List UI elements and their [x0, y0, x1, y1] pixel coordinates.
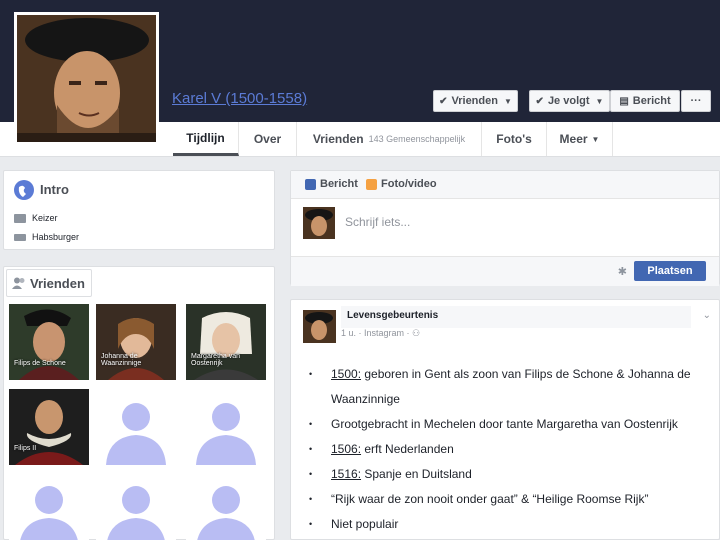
friend-placeholder[interactable]	[186, 389, 266, 465]
check-icon: ✔	[535, 95, 544, 107]
person-silhouette-icon	[107, 486, 165, 540]
list-item: 1506: erft Nederlanden	[307, 437, 717, 462]
friend-placeholder[interactable]	[9, 472, 89, 540]
list-item-year: 1516:	[331, 467, 362, 481]
friend-name: Filips de Schone	[14, 360, 66, 368]
friend-tile[interactable]: Margaretha van Oostenrijk	[186, 304, 266, 380]
friend-photo	[9, 389, 89, 465]
message-button[interactable]: ▤ Bericht	[610, 90, 680, 112]
following-button[interactable]: ✔ Je volgt ▼	[529, 90, 610, 112]
tab-friends-label: Vrienden	[312, 132, 364, 146]
briefcase-icon	[14, 213, 26, 223]
person-silhouette-icon	[196, 403, 256, 465]
list-item-year: 1500:	[331, 367, 362, 381]
list-item: 1500: geboren in Gent als zoon van Filip…	[307, 362, 717, 412]
caret-down-icon: ▼	[591, 134, 600, 144]
check-icon: ✔	[439, 95, 448, 107]
gear-icon[interactable]: ✱	[618, 265, 627, 278]
friend-placeholder[interactable]	[186, 472, 266, 540]
profile-picture[interactable]	[14, 12, 159, 145]
chevron-down-icon[interactable]: ⌄	[703, 310, 711, 321]
composer-tab-photo[interactable]: Foto/video	[366, 178, 437, 190]
following-button-label: Je volgt	[547, 95, 590, 107]
tab-friends-mutual: 143 Gemeenschappelijk	[368, 134, 466, 144]
friend-placeholder[interactable]	[96, 472, 176, 540]
message-button-label: Bericht	[632, 95, 671, 107]
list-item: Niet populair	[307, 512, 717, 537]
tab-more[interactable]: Meer ▼	[547, 122, 613, 156]
friends-icon	[12, 277, 25, 289]
tab-about-label: Over	[253, 132, 282, 146]
friend-name: Filips II	[14, 445, 37, 453]
portrait-image	[17, 15, 156, 142]
education-icon	[14, 233, 26, 241]
more-options-button[interactable]: ···	[681, 90, 711, 112]
intro-card: Intro Keizer Habsburger	[3, 170, 275, 250]
event-list: 1500: geboren in Gent als zoon van Filip…	[307, 362, 717, 537]
friends-button-label: Vrienden	[451, 95, 498, 107]
pencil-icon	[305, 178, 316, 190]
friend-photo	[186, 304, 266, 380]
tab-photos[interactable]: Foto's	[482, 122, 547, 156]
post-meta-text: 1 u. · Instagram ·	[341, 328, 413, 338]
message-icon: ▤	[619, 95, 629, 107]
photo-icon	[366, 178, 377, 190]
composer-footer: ✱ Plaatsen	[291, 256, 719, 286]
list-item-text: Grootgebracht in Mechelen door tante Mar…	[331, 417, 678, 431]
friend-photo	[96, 304, 176, 380]
status-input[interactable]: Schrijf iets...	[345, 215, 410, 229]
caret-down-icon: ▼	[503, 96, 512, 106]
tab-friends[interactable]: Vrienden 143 Gemeenschappelijk	[297, 122, 482, 156]
list-item-year: 1506:	[331, 442, 362, 456]
globe-icon	[14, 180, 34, 200]
avatar	[303, 207, 335, 239]
list-item-text: Niet populair	[331, 517, 399, 531]
list-item-text: erft Nederlanden	[361, 442, 454, 456]
post-button[interactable]: Plaatsen	[634, 261, 706, 281]
list-item: “Rijk waar de zon nooit onder gaat” & “H…	[307, 487, 717, 512]
intro-item: Habsburger	[14, 232, 79, 242]
tab-more-label: Meer	[559, 132, 588, 146]
composer-tab-post-label: Bericht	[320, 178, 358, 190]
list-item-text: Spanje en Duitsland	[361, 467, 472, 481]
more-options-label: ···	[690, 95, 702, 107]
intro-item: Keizer	[14, 213, 58, 223]
list-item-text: geboren in Gent als zoon van Filips de S…	[331, 367, 691, 406]
intro-item-label: Keizer	[32, 213, 58, 223]
tab-photos-label: Foto's	[496, 132, 532, 146]
composer-tab-post[interactable]: Bericht	[305, 178, 358, 190]
friend-tile[interactable]: Filips de Schone	[9, 304, 89, 380]
composer-tab-photo-label: Foto/video	[381, 178, 437, 190]
friend-placeholder[interactable]	[96, 389, 176, 465]
friend-tile[interactable]: Filips II	[9, 389, 89, 465]
tab-about[interactable]: Over	[239, 122, 297, 156]
friend-name: Margaretha van Oostenrijk	[191, 352, 241, 368]
list-item-text: “Rijk waar de zon nooit onder gaat” & “H…	[331, 492, 649, 506]
post-title: Levensgebeurtenis	[341, 306, 691, 328]
person-silhouette-icon	[106, 403, 166, 465]
tab-timeline[interactable]: Tijdlijn	[173, 122, 239, 156]
life-event-post: Levensgebeurtenis 1 u. · Instagram · ⚇ ⌄…	[290, 299, 720, 540]
friends-title: Vrienden	[30, 276, 85, 291]
friends-audience-icon: ⚇	[412, 328, 421, 338]
post-meta: 1 u. · Instagram · ⚇	[341, 328, 420, 339]
friend-name: Johanna de Waanzinnige	[101, 352, 142, 368]
person-silhouette-icon	[20, 486, 78, 540]
caret-down-icon: ▼	[595, 96, 604, 106]
friend-photo	[9, 304, 89, 380]
person-silhouette-icon	[197, 486, 255, 540]
profile-name-link[interactable]: Karel V (1500-1558)	[172, 90, 307, 107]
post-composer: Bericht Foto/video Schrijf iets... ✱ Pla…	[290, 170, 720, 286]
list-item: Grootgebracht in Mechelen door tante Mar…	[307, 412, 717, 437]
friend-tile[interactable]: Johanna de Waanzinnige	[96, 304, 176, 380]
composer-tabs: Bericht Foto/video	[291, 171, 719, 199]
list-item: 1516: Spanje en Duitsland	[307, 462, 717, 487]
intro-item-label: Habsburger	[32, 232, 80, 242]
friends-button[interactable]: ✔ Vrienden ▼	[433, 90, 518, 112]
avatar[interactable]	[303, 310, 336, 343]
intro-title: Intro	[40, 182, 69, 197]
friends-card: Vrienden Filips de Schone Johanna de Waa…	[3, 266, 275, 540]
tab-timeline-label: Tijdlijn	[186, 130, 225, 145]
